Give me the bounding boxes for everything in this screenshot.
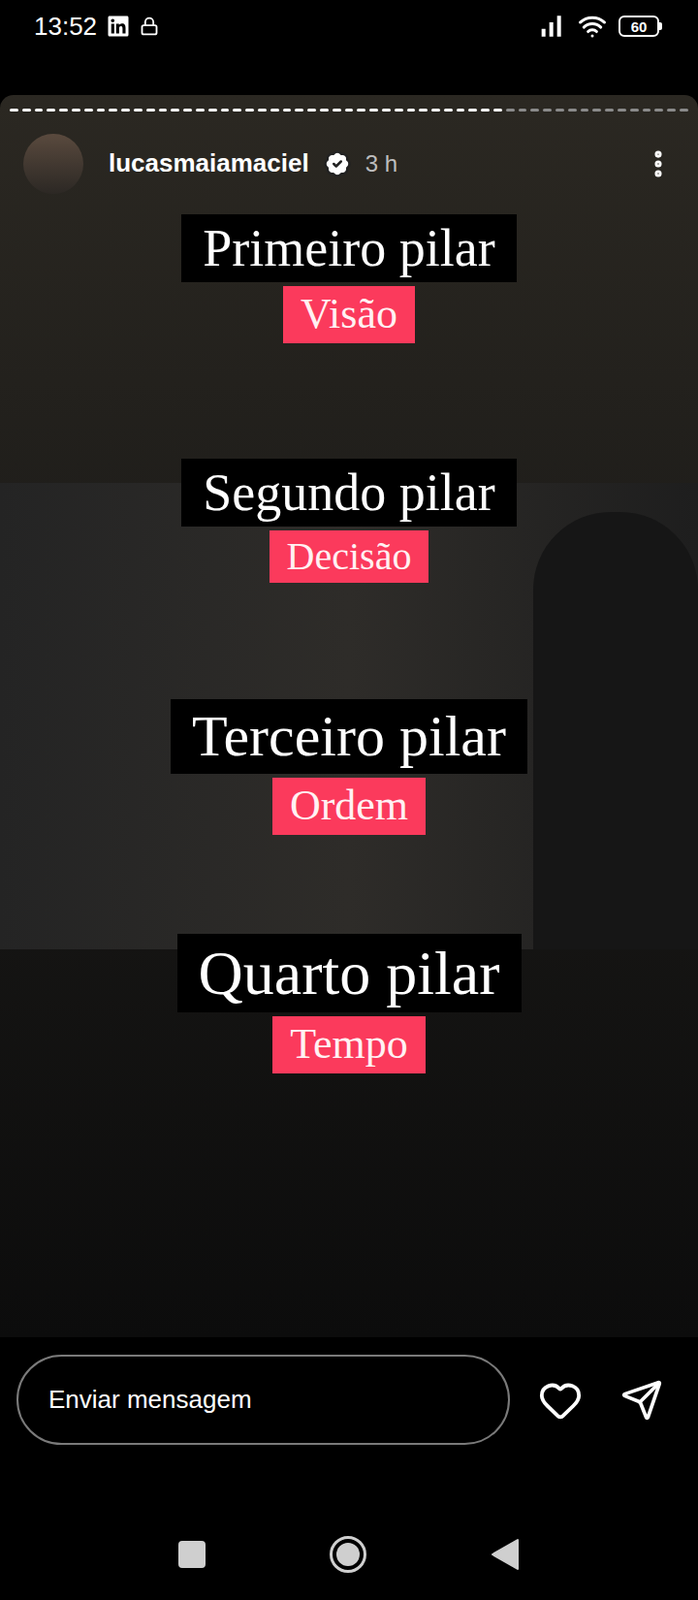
progress-segment [555,108,565,112]
pillar-name: Decisão [269,530,430,583]
progress-segment [221,108,230,112]
pillar: Primeiro pilarVisão [181,214,516,344]
progress-segment [146,108,156,112]
progress-segment [530,108,540,112]
progress-segment [679,108,689,112]
progress-segment [195,108,205,112]
pillar-name: Visão [283,285,415,344]
heart-icon[interactable] [538,1377,583,1423]
progress-segment [34,108,44,112]
message-placeholder: Enviar mensagem [48,1380,253,1419]
pillar-title: Terceiro pilar [170,698,528,774]
progress-segment [431,108,441,112]
progress-segment [283,108,292,112]
post-time: 3 h [365,146,398,182]
pillar: Segundo pilarDecisão [181,458,516,583]
progress-segment [9,108,19,112]
story-header: lucasmaiamaciel 3 h [0,111,698,198]
navigation-bar [0,1472,698,1600]
progress-segment [642,108,652,112]
progress-segment [22,108,32,112]
battery-icon: 60 [618,15,663,37]
progress-segment [170,108,180,112]
wifi-icon [577,11,607,41]
recents-icon[interactable] [178,1540,206,1568]
progress-segment [208,108,218,112]
progress-segment [518,108,528,112]
progress-segment [345,108,354,112]
progress-segment [133,108,143,112]
progress-segment [319,108,329,112]
progress-segment [59,108,68,112]
pillar-name: Tempo [272,1015,426,1074]
progress-segment [654,108,664,112]
pillar-title: Primeiro pilar [181,214,516,283]
progress-segment [381,108,391,112]
clock: 13:52 [33,13,97,39]
progress-segment [394,108,404,112]
pillars: Primeiro pilarVisão Segundo pilarDecisão T… [0,197,698,1074]
pillar-title: Quarto pilar [177,933,522,1014]
send-icon[interactable] [620,1378,664,1422]
username[interactable]: lucasmaiamaciel [108,144,310,183]
progress-segment [108,108,118,112]
progress-segment [568,108,577,112]
progress-segment [96,108,106,112]
progress-segment [257,108,267,112]
progress-segment [71,108,81,112]
progress-segment [630,108,639,112]
progress-segment [84,108,94,112]
verified-icon [322,149,352,179]
progress-segment [666,108,676,112]
progress-segment [270,108,280,112]
signal-icon [535,10,567,42]
progress-segment [468,108,477,112]
linkedin-icon [106,14,130,38]
progress-segment [183,108,192,112]
home-icon[interactable] [329,1535,367,1573]
progress-segment [121,108,130,112]
status-bar: 13:52 60 [0,0,698,96]
progress-segment [418,108,428,112]
pillar-name: Ordem [272,777,426,835]
progress-segment [356,108,366,112]
progress-segment [307,108,317,112]
progress-segment [332,108,342,112]
pillar: Quarto pilarTempo [177,933,522,1074]
more-icon[interactable] [641,147,675,181]
progress-segment [46,108,56,112]
progress-segment [480,108,490,112]
progress-segment [456,108,466,112]
lock-icon [139,16,159,36]
pillar: Terceiro pilarOrdem [170,698,528,835]
pillar-title: Segundo pilar [181,458,516,527]
progress-segment [580,108,590,112]
progress-segment [493,108,503,112]
avatar[interactable] [23,133,84,194]
progress-segment [158,108,168,112]
story-progress [0,95,698,112]
progress-segment [294,108,304,112]
progress-segment [617,108,627,112]
reply-bar: Enviar mensagem [0,1336,698,1473]
progress-segment [506,108,515,112]
progress-segment [407,108,416,112]
story-card[interactable]: lucasmaiamaciel 3 h Primeiro pilarVisão Seg… [0,95,698,1337]
progress-segment [604,108,614,112]
progress-segment [232,108,242,112]
progress-segment [542,108,552,112]
progress-segment [592,108,602,112]
back-icon[interactable] [490,1537,520,1571]
battery-level: 60 [631,19,648,34]
progress-segment [369,108,379,112]
progress-segment [245,108,254,112]
progress-segment [444,108,453,112]
screen: 13:52 60 lucasmaiamaciel 3 h Primeiro pilarV… [0,0,698,1600]
message-input[interactable]: Enviar mensagem [16,1354,510,1445]
